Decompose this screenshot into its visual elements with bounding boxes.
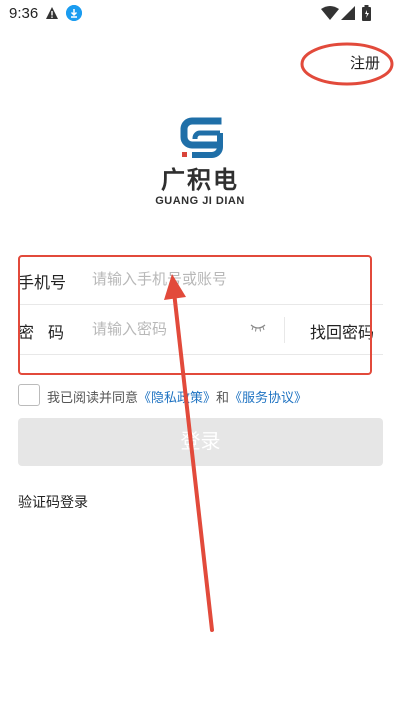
app-logo: 广积电 GUANG JI DIAN — [150, 115, 250, 215]
annotation-circle — [300, 42, 394, 86]
service-agreement-link[interactable]: 《服务协议》 — [229, 390, 307, 405]
logo-mark-icon — [180, 117, 223, 158]
status-time: 9:36 — [9, 5, 39, 22]
alert-icon — [46, 7, 58, 19]
logo-name-en: GUANG JI DIAN — [155, 195, 245, 207]
battery-icon — [362, 5, 371, 21]
status-bar: 9:36 — [0, 0, 401, 28]
agreement-prefix: 我已阅读并同意 — [47, 390, 139, 405]
annotation-arrow — [164, 274, 214, 632]
download-icon — [66, 5, 82, 21]
sms-code-login-link[interactable]: 验证码登录 — [18, 492, 88, 512]
logo-name-cn: 广积电 — [161, 167, 239, 194]
wifi-icon — [321, 6, 339, 20]
signal-icon — [341, 6, 355, 20]
agreement-checkbox[interactable] — [18, 384, 40, 406]
